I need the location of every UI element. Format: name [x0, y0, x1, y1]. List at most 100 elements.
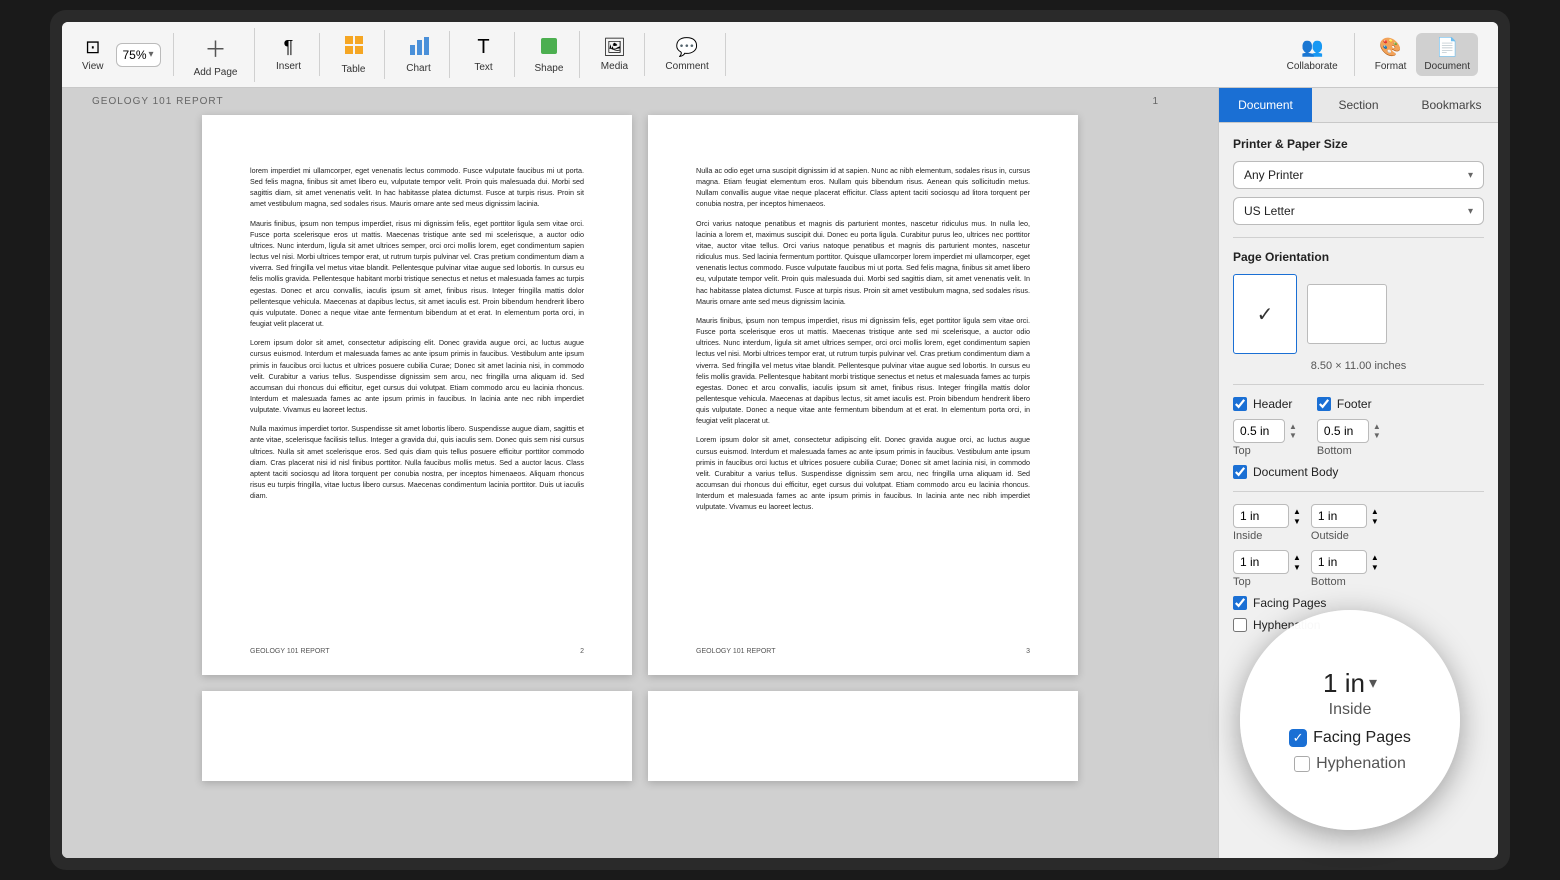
printer-chevron-icon: ▾ — [1468, 170, 1473, 181]
add-page-button[interactable]: ＋ Add Page — [186, 28, 246, 82]
page-2-footer-left: GEOLOGY 101 REPORT — [250, 647, 330, 658]
media-group: 🖼 Media — [584, 33, 645, 76]
magnify-facing-label: Facing Pages — [1313, 729, 1411, 747]
bottom-value-input[interactable] — [1311, 550, 1367, 574]
collaborate-label: Collaborate — [1287, 61, 1338, 72]
printer-select[interactable]: Any Printer ▾ — [1233, 161, 1484, 189]
format-button[interactable]: 🎨 Format — [1367, 33, 1415, 76]
tab-bookmarks[interactable]: Bookmarks — [1405, 88, 1498, 122]
header-down-arrow[interactable]: ▼ — [1289, 432, 1297, 440]
top-value-input[interactable] — [1233, 550, 1289, 574]
insert-button[interactable]: ¶ Insert — [267, 33, 311, 76]
facing-pages-checkbox[interactable] — [1233, 596, 1247, 610]
outside-label: Outside — [1311, 530, 1379, 542]
bottom-down-arrow[interactable]: ▼ — [1371, 563, 1379, 572]
tab-document[interactable]: Document — [1219, 88, 1312, 122]
header-group: Header 0.5 in ▲ ▼ Top — [1233, 397, 1297, 457]
screen: ⊡ View 75% ▾ ＋ Add Page ¶ Insert — [62, 22, 1498, 858]
bottom-label: Bottom — [1311, 576, 1379, 588]
pages-row-bottom — [202, 691, 1078, 781]
printer-value: Any Printer — [1244, 168, 1303, 182]
document-icon: 📄 — [1436, 37, 1458, 58]
outside-value-input[interactable] — [1311, 504, 1367, 528]
media-button[interactable]: 🖼 Media — [592, 33, 636, 76]
header-margin-input: 0.5 in ▲ ▼ — [1233, 419, 1297, 443]
header-up-arrow[interactable]: ▲ — [1289, 423, 1297, 431]
top-down-arrow[interactable]: ▼ — [1293, 563, 1301, 572]
inside-down-arrow[interactable]: ▼ — [1293, 517, 1301, 526]
outside-down-arrow[interactable]: ▼ — [1371, 517, 1379, 526]
comment-button[interactable]: 💬 Comment — [657, 33, 716, 76]
table-label: Table — [342, 64, 366, 75]
inside-value-input[interactable] — [1233, 504, 1289, 528]
page-size-text: 8.50 × 11.00 inches — [1233, 360, 1484, 372]
document-body-checkbox[interactable] — [1233, 465, 1247, 479]
collaborate-button[interactable]: 👥 Collaborate — [1279, 33, 1346, 76]
page-2-footer-right: 2 — [580, 647, 584, 658]
header-footer-row: Header 0.5 in ▲ ▼ Top — [1233, 397, 1484, 457]
footer-checkbox[interactable] — [1317, 397, 1331, 411]
document-button[interactable]: 📄 Document — [1416, 33, 1478, 76]
insert-label: Insert — [276, 61, 301, 72]
page-3-body: Nulla ac odio eget urna suscipit digniss… — [696, 165, 1030, 210]
document-body-row: Document Body — [1233, 465, 1484, 479]
text-button[interactable]: T Text — [462, 32, 506, 77]
document-header-bar: GEOLOGY 101 REPORT 1 — [92, 88, 1188, 115]
chart-button[interactable]: Chart — [397, 31, 441, 78]
footer-down-arrow[interactable]: ▼ — [1373, 432, 1381, 440]
footer-up-arrow[interactable]: ▲ — [1373, 423, 1381, 431]
margins-section: ▲ ▼ Inside ▲ — [1233, 504, 1484, 588]
view-icon: ⊡ — [85, 37, 100, 58]
page-3-footer: GEOLOGY 101 REPORT 3 — [696, 647, 1030, 658]
add-page-label: Add Page — [194, 67, 238, 78]
footer-group: Footer 0.5 in ▲ ▼ Bottom — [1317, 397, 1381, 457]
outside-up-arrow[interactable]: ▲ — [1371, 507, 1379, 516]
margins-row-2: ▲ ▼ Top ▲ — [1233, 550, 1484, 588]
printer-paper-title: Printer & Paper Size — [1233, 137, 1484, 151]
header-value-input[interactable]: 0.5 in — [1233, 419, 1285, 443]
page-5-partial — [648, 691, 1078, 781]
paper-select[interactable]: US Letter ▾ — [1233, 197, 1484, 225]
toolbar: ⊡ View 75% ▾ ＋ Add Page ¶ Insert — [62, 22, 1498, 88]
collaborate-group: 👥 Collaborate — [1271, 33, 1355, 76]
footer-checkbox-row: Footer — [1317, 397, 1381, 411]
magnify-hyphenation-row: Hyphenation — [1294, 755, 1406, 773]
inside-input-row: ▲ ▼ — [1233, 504, 1301, 528]
table-button[interactable]: Table — [332, 30, 376, 79]
shape-button[interactable]: Shape — [527, 31, 572, 78]
tab-section[interactable]: Section — [1312, 88, 1405, 122]
landscape-orientation[interactable] — [1307, 284, 1387, 344]
table-icon — [343, 34, 365, 61]
add-page-group: ＋ Add Page — [178, 28, 255, 82]
portrait-orientation[interactable]: ✓ — [1233, 274, 1297, 354]
facing-pages-row: Facing Pages — [1233, 596, 1484, 610]
magnify-dropdown-arrow[interactable]: ▾ — [1369, 673, 1377, 693]
laptop-frame: ⊡ View 75% ▾ ＋ Add Page ¶ Insert — [50, 10, 1510, 870]
insert-icon: ¶ — [284, 37, 294, 58]
bottom-up-arrow[interactable]: ▲ — [1371, 553, 1379, 562]
page-3-para3: Mauris finibus, ipsum non tempus imperdi… — [696, 315, 1030, 427]
footer-sub-label: Bottom — [1317, 445, 1381, 457]
format-group: 🎨 Format 📄 Document — [1359, 33, 1486, 76]
page-2-para3: Lorem ipsum dolor sit amet, consectetur … — [250, 337, 584, 415]
header-label: Header — [1253, 397, 1292, 411]
comment-icon: 💬 — [676, 37, 698, 58]
collaborate-icon: 👥 — [1301, 37, 1323, 58]
magnify-facing-checkbox-icon: ✓ — [1289, 729, 1307, 747]
facing-pages-label: Facing Pages — [1253, 596, 1326, 610]
inside-up-arrow[interactable]: ▲ — [1293, 507, 1301, 516]
magnify-value-row: 1 in ▾ — [1323, 668, 1377, 699]
view-button[interactable]: ⊡ View — [74, 33, 112, 76]
page-2-footer: GEOLOGY 101 REPORT 2 — [250, 647, 584, 658]
footer-value-input[interactable]: 0.5 in — [1317, 419, 1369, 443]
magnify-hyphenation-label: Hyphenation — [1316, 755, 1406, 773]
header-checkbox[interactable] — [1233, 397, 1247, 411]
header-checkbox-row: Header — [1233, 397, 1297, 411]
top-up-arrow[interactable]: ▲ — [1293, 553, 1301, 562]
page-orientation-title: Page Orientation — [1233, 250, 1484, 264]
zoom-button[interactable]: 75% ▾ — [116, 43, 161, 67]
add-page-icon: ＋ — [205, 32, 227, 64]
format-label: Format — [1375, 61, 1407, 72]
top-input-row: ▲ ▼ — [1233, 550, 1301, 574]
document-body-label: Document Body — [1253, 465, 1338, 479]
